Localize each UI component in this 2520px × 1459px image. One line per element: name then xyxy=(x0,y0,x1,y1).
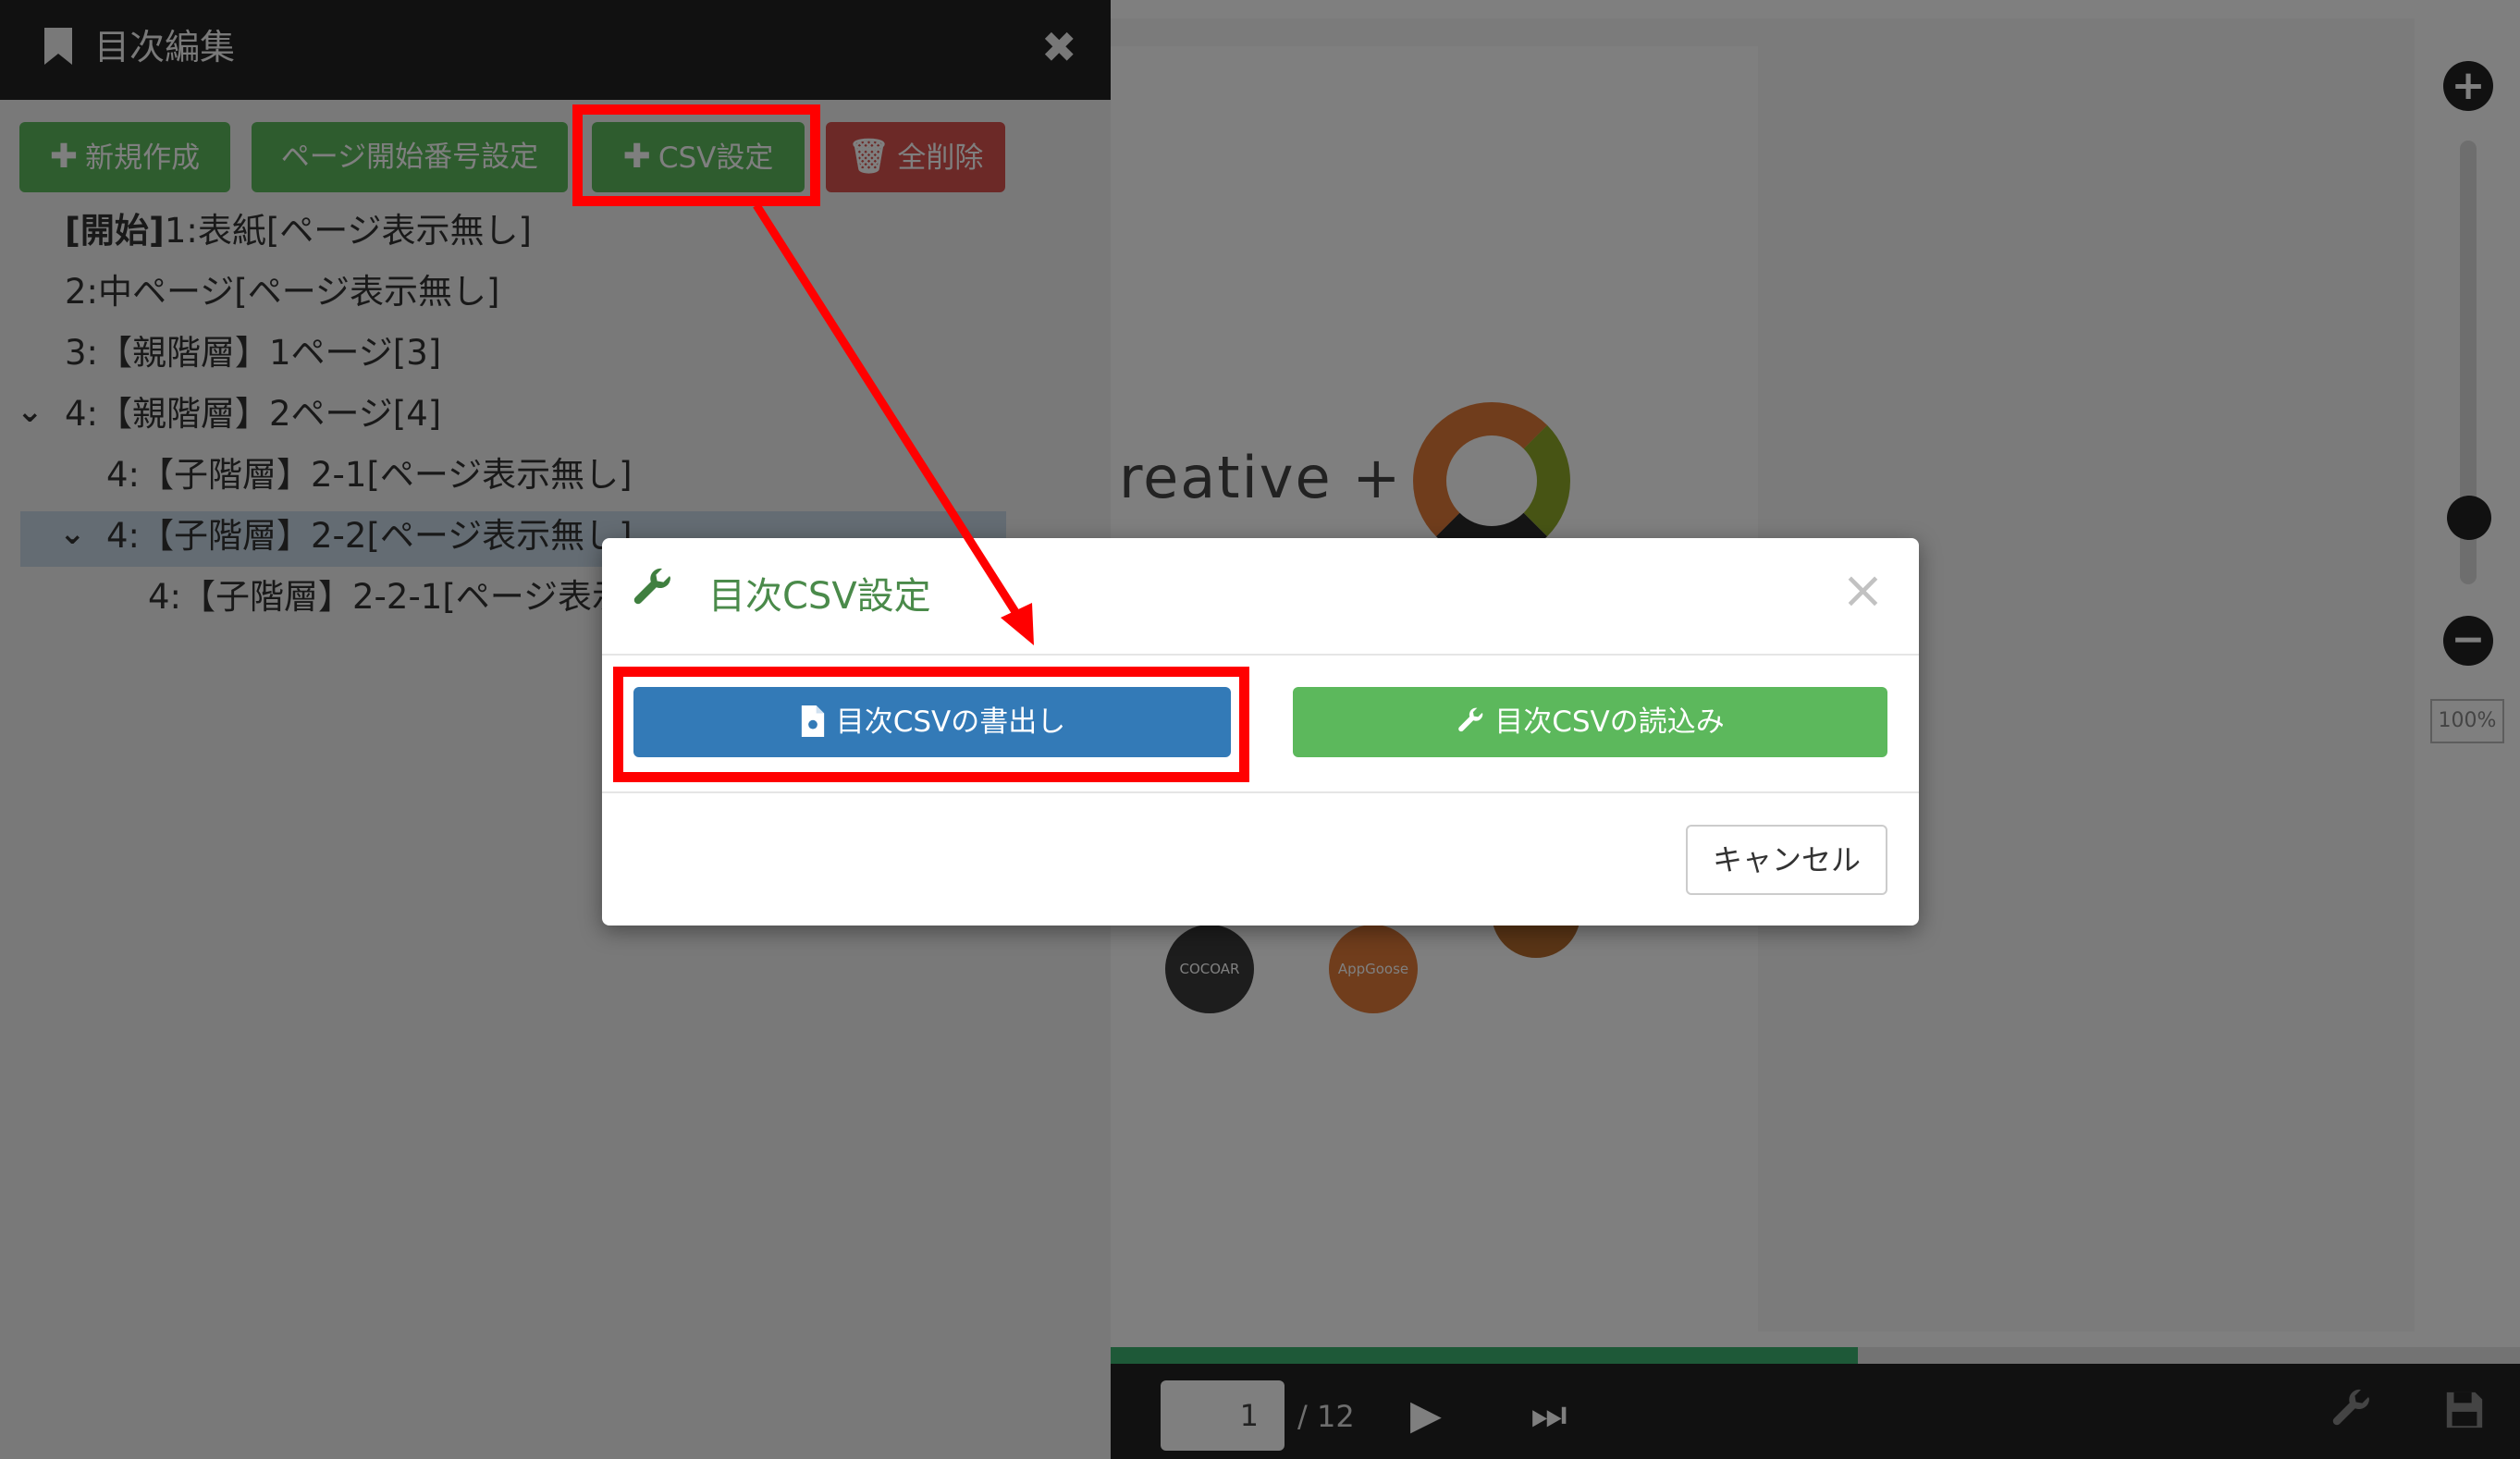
annotation-arrow xyxy=(753,202,1034,645)
